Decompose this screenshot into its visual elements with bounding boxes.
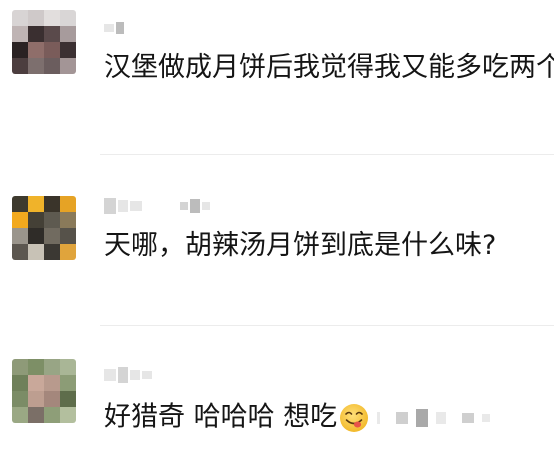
pixelated-username[interactable] [104, 198, 210, 214]
pixelated-username[interactable] [104, 367, 152, 383]
comment-text-part: 想吃 [283, 401, 338, 433]
comment-text-part: 好猎奇 [104, 401, 185, 433]
comment-text: 好猎奇 哈哈哈 想吃 [104, 399, 491, 436]
comment-text-part: 哈哈哈 [193, 401, 275, 433]
avatar[interactable] [12, 359, 76, 423]
comment-item: 汉堡做成月饼后我觉得我又能多吃两个 [0, 0, 554, 155]
divider [100, 325, 554, 326]
avatar[interactable] [12, 10, 76, 74]
comment-item: 好猎奇 哈哈哈 想吃 [0, 327, 554, 449]
divider [100, 154, 554, 155]
comment-text: 天哪，胡辣汤月饼到底是什么味? [104, 230, 497, 261]
comment-item: 天哪，胡辣汤月饼到底是什么味? [0, 156, 554, 326]
pixelated-redacted-text [377, 408, 491, 427]
avatar[interactable] [12, 196, 76, 260]
smiling-tongue-emoji-icon [340, 403, 369, 432]
comment-text: 汉堡做成月饼后我觉得我又能多吃两个 [104, 52, 554, 83]
pixelated-username[interactable] [104, 20, 124, 36]
